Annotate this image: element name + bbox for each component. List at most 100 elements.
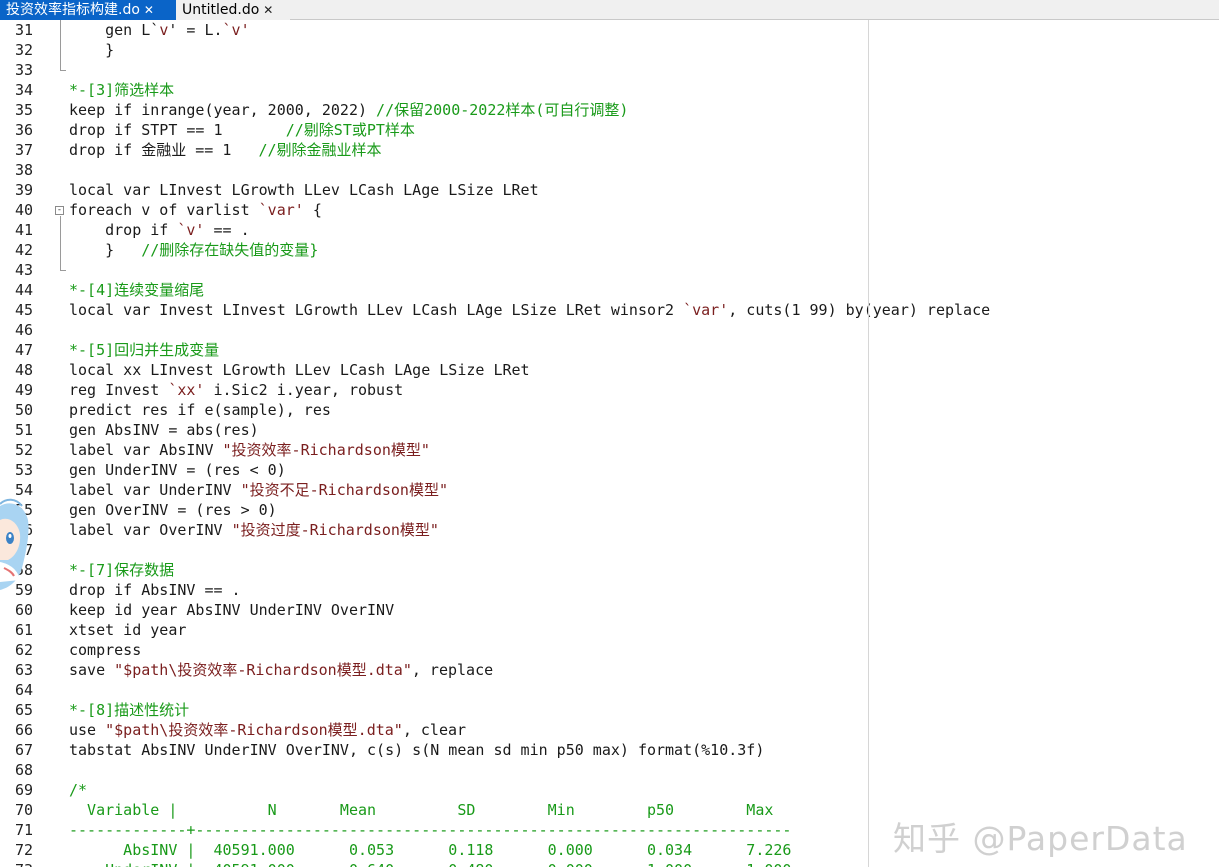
code-line[interactable]: 64 (0, 680, 870, 700)
code-string: `var' (683, 301, 729, 319)
line-number: 67 (14, 741, 33, 759)
line-number: 73 (0, 860, 33, 867)
line-number: 69 (14, 781, 33, 799)
line-code: gen OverINV = (res > 0) (69, 500, 277, 520)
line-number: 46 (14, 321, 33, 339)
code-line[interactable]: 69 /* (0, 780, 870, 800)
line-code: keep id year AbsINV UnderINV OverINV (69, 600, 394, 620)
line-code: local var Invest LInvest LGrowth LLev LC… (69, 300, 990, 320)
code-text: keep if inrange(year, 2000, 2022) (69, 101, 377, 119)
code-line[interactable]: 73 UnderINV | 40591.000 0.640 0.480 0.00… (0, 860, 870, 867)
code-line[interactable]: 72 AbsINV | 40591.000 0.053 0.118 0.000 … (0, 840, 870, 860)
line-code: /* (69, 780, 87, 800)
code-text: local xx LInvest LGrowth LLev LCash LAge… (69, 361, 530, 379)
line-number: 64 (14, 681, 33, 699)
line-code: gen UnderINV = (res < 0) (69, 460, 286, 480)
code-line[interactable]: 31 gen L`v' = L.`v' (0, 20, 870, 40)
tab-investment-efficiency-do[interactable]: 投资效率指标构建.do ✕ (0, 0, 176, 20)
code-line[interactable]: 41 drop if `v' == . (0, 220, 870, 240)
anime-avatar-icon (0, 498, 29, 590)
code-text: foreach v of varlist (69, 201, 259, 219)
line-number: 68 (14, 761, 33, 779)
code-text: ' = L. (168, 21, 223, 39)
code-line[interactable]: 54 label var UnderINV "投资不足-Richardson模型" (0, 480, 870, 500)
code-line[interactable]: 71 -------------+------------------------… (0, 820, 870, 840)
code-line[interactable]: 43 (0, 260, 870, 280)
line-number: 38 (14, 161, 33, 179)
code-text: tabstat AbsINV UnderINV OverINV, c(s) s(… (69, 741, 765, 759)
tab-bar: 投资效率指标构建.do ✕ Untitled.do ✕ (0, 0, 1219, 20)
code-line[interactable]: 53 gen UnderINV = (res < 0) (0, 460, 870, 480)
line-number: 71 (14, 821, 33, 839)
line-number: 33 (14, 61, 33, 79)
code-line[interactable]: 44 *-[4]连续变量缩尾 (0, 280, 870, 300)
code-line[interactable]: 46 (0, 320, 870, 340)
code-text: drop if 金融业 == 1 (69, 141, 259, 159)
code-text: { (303, 201, 322, 219)
code-line[interactable]: 50 predict res if e(sample), res (0, 400, 870, 420)
line-code: gen L`v' = L.`v' (69, 20, 250, 40)
code-line[interactable]: 48 local xx LInvest LGrowth LLev LCash LA… (0, 360, 870, 380)
code-line[interactable]: 61 xtset id year (0, 620, 870, 640)
code-line[interactable]: 55 gen OverINV = (res > 0) (0, 500, 870, 520)
code-text: , clear (402, 721, 467, 739)
line-code: tabstat AbsINV UnderINV OverINV, c(s) s(… (69, 740, 764, 760)
code-line[interactable]: 42 } //删除存在缺失值的变量} (0, 240, 870, 260)
line-code: } (69, 40, 114, 60)
code-line[interactable]: 45 local var Invest LInvest LGrowth LLev … (0, 300, 990, 320)
code-line[interactable]: 56label var OverINV "投资过度-Richardson模型" (0, 520, 870, 540)
code-line[interactable]: 40 foreach v of varlist `var' { (0, 200, 870, 220)
code-line[interactable]: 38 (0, 160, 870, 180)
code-line[interactable]: 33 (0, 60, 870, 80)
line-code: *-[8]描述性统计 (69, 700, 189, 720)
line-number: 31 (14, 21, 33, 39)
code-line[interactable]: 47 *-[5]回归并生成变量 (0, 340, 870, 360)
code-line[interactable]: 39 local var LInvest LGrowth LLev LCash L… (0, 180, 870, 200)
code-line[interactable]: 59 drop if AbsINV == . (0, 580, 870, 600)
code-line[interactable]: 70 Variable | N Mean SD Min p50 Max (0, 800, 870, 820)
line-number: 54 (14, 481, 33, 499)
code-text: local var Invest LInvest LGrowth LLev LC… (69, 301, 684, 319)
line-code: foreach v of varlist `var' { (69, 200, 322, 220)
code-line[interactable]: 35 keep if inrange(year, 2000, 2022) //保留… (0, 100, 870, 120)
line-number: 53 (14, 461, 33, 479)
edge-column-guide (868, 20, 869, 867)
line-number: 49 (14, 381, 33, 399)
code-line[interactable]: 49 reg Invest `xx' i.Sic2 i.year, robust (0, 380, 870, 400)
code-line[interactable]: 68 (0, 760, 870, 780)
line-number: 70 (14, 801, 33, 819)
code-string: `xx' (168, 381, 205, 399)
line-number: 63 (14, 661, 33, 679)
line-number: 61 (14, 621, 33, 639)
line-code: } //删除存在缺失值的变量} (69, 240, 318, 260)
line-code: *-[5]回归并生成变量 (69, 340, 219, 360)
line-number: 40 (14, 201, 33, 219)
code-line[interactable]: 66 use "$path\投资效率-Richardson模型.dta", cle… (0, 720, 870, 740)
line-number: 48 (14, 361, 33, 379)
code-line[interactable]: 63 save "$path\投资效率-Richardson模型.dta", re… (0, 660, 870, 680)
code-line[interactable]: 37 drop if 金融业 == 1 //剔除金融业样本 (0, 140, 870, 160)
line-number: 52 (14, 441, 33, 459)
code-line[interactable]: 62 compress (0, 640, 870, 660)
close-icon[interactable]: ✕ (263, 0, 273, 20)
code-line[interactable]: 60 keep id year AbsINV UnderINV OverINV (0, 600, 870, 620)
code-line[interactable]: 58 *-[7]保存数据 (0, 560, 870, 580)
code-text: label var OverINV (69, 521, 232, 539)
code-line[interactable]: 52 label var AbsINV "投资效率-Richardson模型" (0, 440, 870, 460)
code-line[interactable]: 36 drop if STPT == 1 //剔除ST或PT样本 (0, 120, 870, 140)
line-number: 72 (14, 841, 33, 859)
code-editor[interactable]: - 31 gen L`v' = L.`v' 32 } 33 34 *-[3]筛选样本 35… (0, 20, 1219, 867)
line-number: 43 (14, 261, 33, 279)
code-line[interactable]: 57 (0, 540, 870, 560)
code-line[interactable]: 51 gen AbsINV = abs(res) (0, 420, 870, 440)
code-string: "$path\投资效率-Richardson模型.dta" (114, 661, 412, 679)
code-line[interactable]: 65 *-[8]描述性统计 (0, 700, 870, 720)
code-line[interactable]: 67 tabstat AbsINV UnderINV OverINV, c(s) … (0, 740, 870, 760)
code-line[interactable]: 34 *-[3]筛选样本 (0, 80, 870, 100)
line-code: xtset id year (69, 620, 186, 640)
code-line[interactable]: 32 } (0, 40, 870, 60)
code-string: "投资过度-Richardson模型" (231, 521, 439, 539)
tab-untitled-do[interactable]: Untitled.do ✕ (176, 0, 290, 20)
close-icon[interactable]: ✕ (144, 0, 154, 20)
code-text: label var UnderINV (69, 481, 241, 499)
